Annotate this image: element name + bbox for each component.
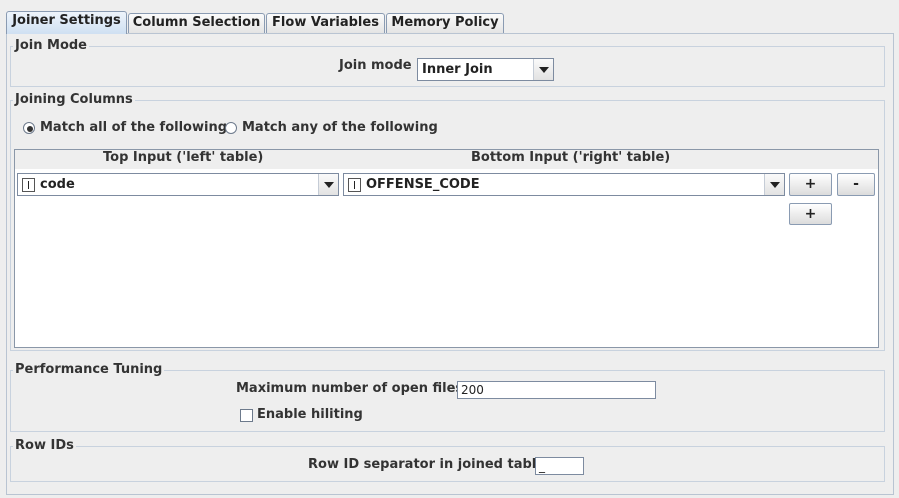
chevron-down-icon[interactable]: [764, 174, 784, 195]
left-table-header: Top Input ('left' table): [103, 150, 264, 165]
row-id-separator-input[interactable]: _: [535, 457, 584, 475]
tab-memory-policy[interactable]: Memory Policy: [386, 13, 504, 33]
match-any-radio[interactable]: [225, 122, 237, 134]
performance-tuning-group: [10, 370, 885, 432]
performance-tuning-group-title: Performance Tuning: [13, 362, 165, 377]
max-open-files-label: Maximum number of open files:: [236, 381, 469, 396]
string-type-icon: [22, 178, 35, 192]
chevron-down-icon[interactable]: [533, 59, 553, 80]
enable-hiliting-label[interactable]: Enable hiliting: [257, 407, 363, 422]
enable-hiliting-checkbox[interactable]: [240, 409, 253, 422]
add-row-button-bottom[interactable]: +: [789, 203, 832, 225]
max-open-files-input[interactable]: 200: [457, 381, 656, 399]
row-ids-group-title: Row IDs: [13, 438, 76, 453]
match-all-label[interactable]: Match all of the following: [40, 120, 227, 135]
max-open-files-value: 200: [461, 383, 484, 397]
right-column-value: OFFENSE_CODE: [366, 177, 480, 192]
right-table-header: Bottom Input ('right' table): [471, 150, 671, 165]
tab-flow-variables[interactable]: Flow Variables: [266, 13, 385, 33]
join-mode-value: Inner Join: [422, 62, 493, 77]
joining-columns-group-title: Joining Columns: [13, 92, 135, 107]
left-column-combo[interactable]: code: [17, 173, 339, 196]
row-id-separator-value: _: [539, 459, 545, 473]
remove-row-button[interactable]: -: [837, 173, 875, 196]
tab-strip: Joiner Settings Column Selection Flow Va…: [0, 0, 899, 34]
join-mode-label: Join mode: [339, 58, 412, 73]
add-row-button[interactable]: +: [789, 173, 832, 196]
string-type-icon: [348, 178, 361, 192]
tab-joiner-settings[interactable]: Joiner Settings: [6, 11, 127, 34]
left-column-value: code: [40, 177, 75, 192]
chevron-down-icon[interactable]: [318, 174, 338, 195]
right-column-combo[interactable]: OFFENSE_CODE: [343, 173, 785, 196]
tab-column-selection[interactable]: Column Selection: [128, 13, 265, 33]
match-any-label[interactable]: Match any of the following: [242, 120, 438, 135]
match-all-radio[interactable]: [23, 122, 35, 134]
join-mode-combo[interactable]: Inner Join: [417, 58, 554, 81]
row-id-separator-label: Row ID separator in joined table:: [308, 457, 551, 472]
join-mode-group-title: Join Mode: [13, 38, 89, 53]
